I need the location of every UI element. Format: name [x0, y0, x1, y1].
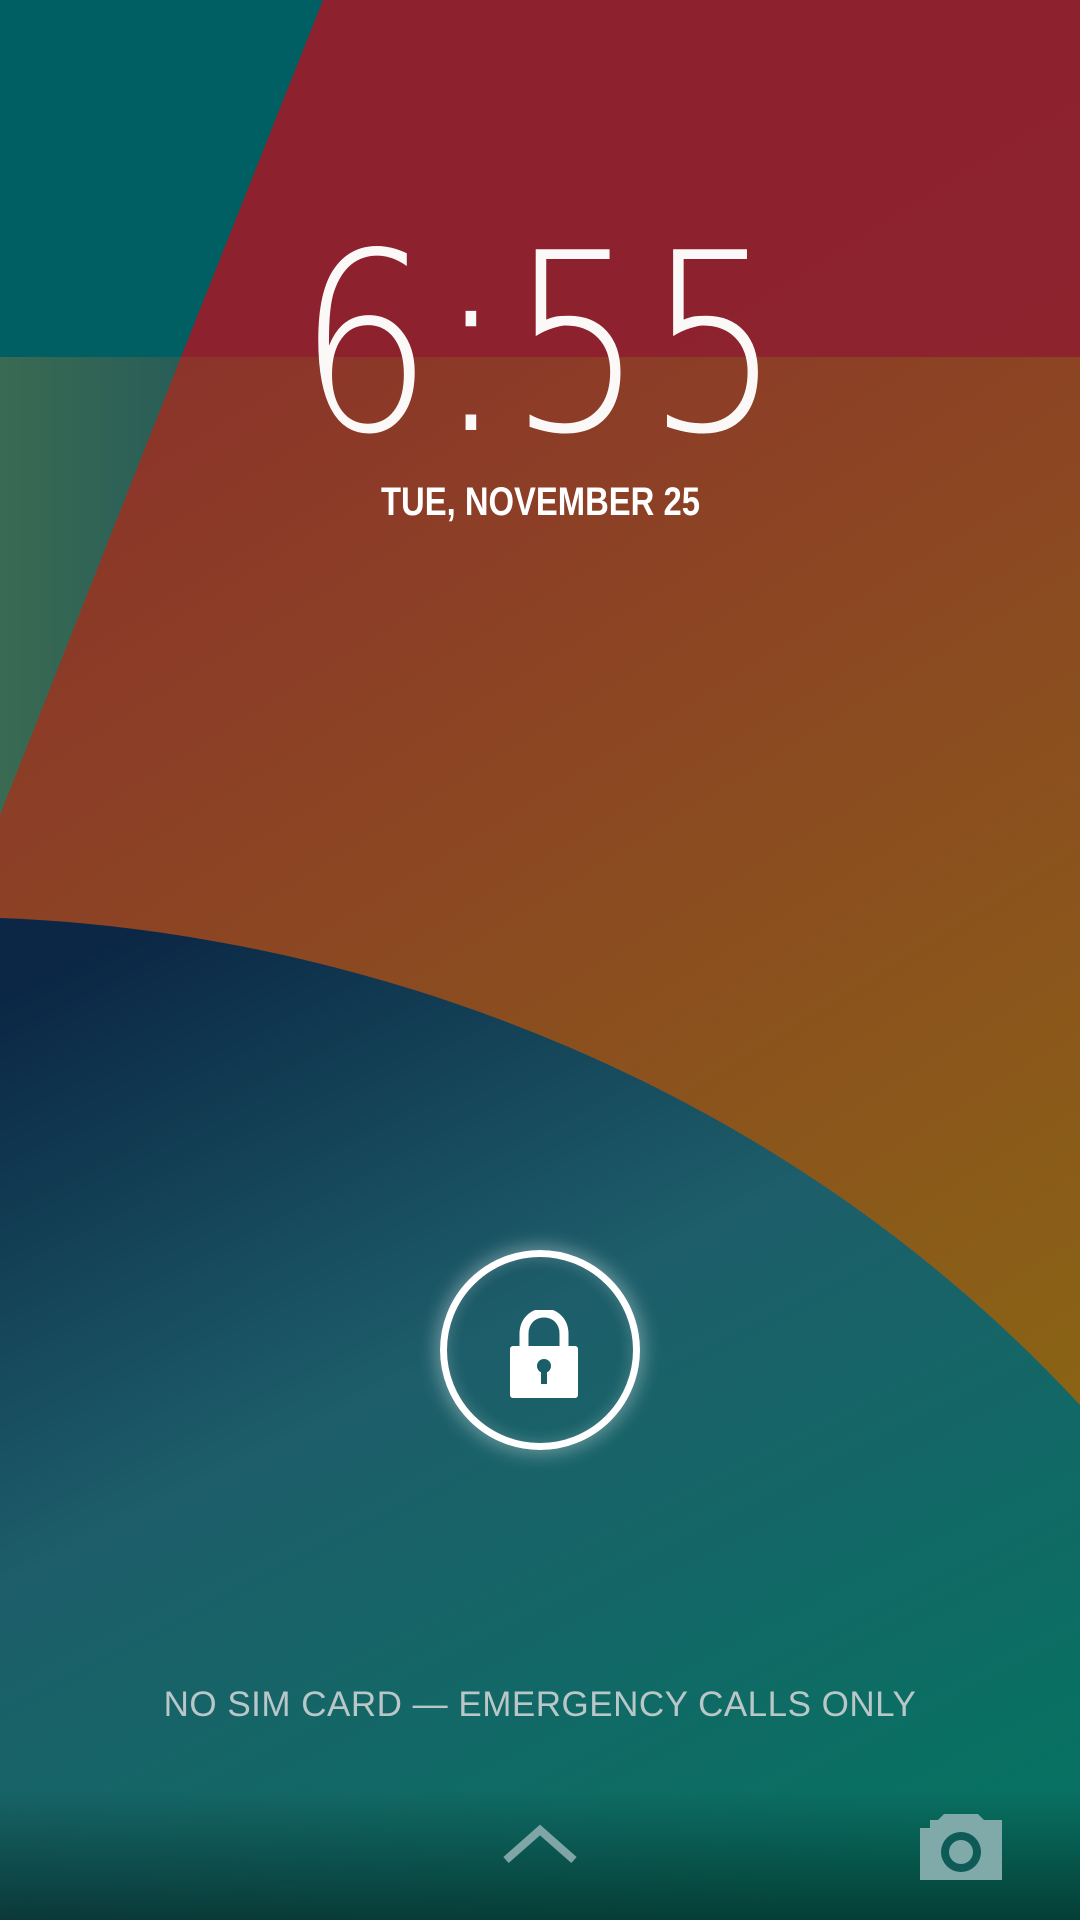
- chevron-up-icon[interactable]: [500, 1822, 580, 1866]
- clock-time: 6:55: [0, 215, 1080, 475]
- lock-icon: [510, 1310, 578, 1398]
- unlock-button[interactable]: [440, 1250, 640, 1450]
- date-text: TUE, NOVEMBER 25: [380, 480, 700, 524]
- clock-time-text: 6:55: [297, 201, 783, 489]
- carrier-status: NO SIM CARD — EMERGENCY CALLS ONLY: [163, 1685, 917, 1724]
- camera-icon[interactable]: [918, 1812, 1004, 1882]
- date-label: TUE, NOVEMBER 25: [0, 478, 1080, 526]
- lockscreen: 6:55 TUE, NOVEMBER 25 NO SIM CARD — EMER…: [0, 0, 1080, 1920]
